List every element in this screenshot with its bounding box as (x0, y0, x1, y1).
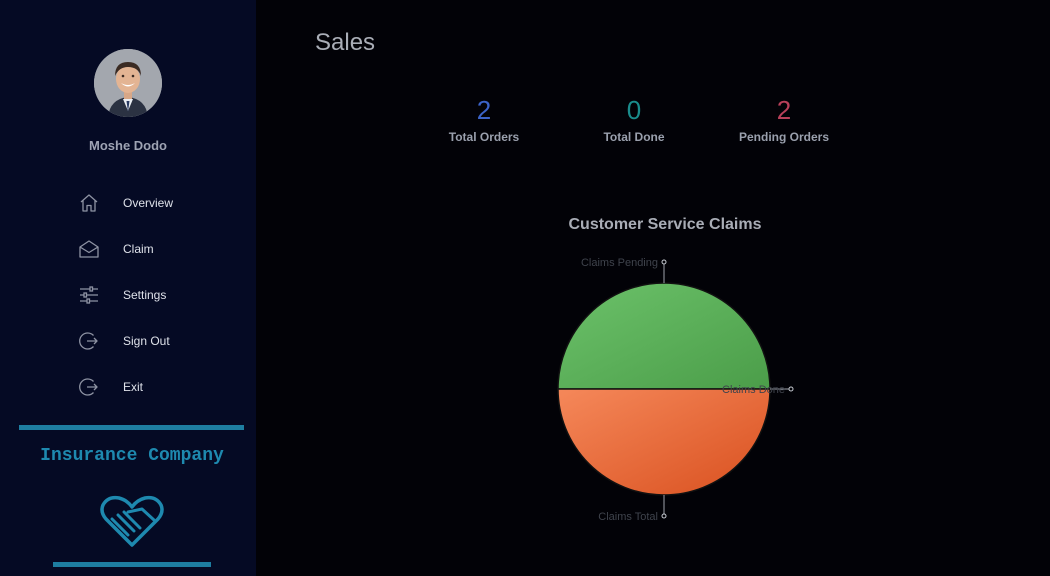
exit-icon (79, 378, 98, 396)
claims-pie-chart: Claims Pending Claims Done Claims Total (557, 257, 794, 523)
divider-bottom (53, 562, 211, 567)
home-icon (80, 194, 98, 212)
sidebar-item-overview[interactable]: Overview (76, 188, 226, 218)
stat-total-done: 0 Total Done (564, 95, 704, 144)
stat-label: Total Done (603, 130, 665, 144)
chart-title: Customer Service Claims (568, 216, 762, 233)
sidebar-item-exit[interactable]: Exit (76, 372, 226, 402)
sidebar-item-label: Sign Out (123, 334, 170, 348)
username: Moshe Dodo (89, 138, 167, 153)
company-name: Insurance Company (40, 446, 224, 466)
envelope-open-icon (79, 240, 99, 258)
sidebar-item-label: Exit (123, 380, 144, 394)
divider-top (19, 425, 244, 430)
stat-label: Pending Orders (738, 130, 830, 144)
sidebar: Moshe Dodo Overview Claim Settings Sign … (0, 0, 256, 576)
leader-dot (661, 513, 667, 519)
leader-dot (661, 259, 667, 265)
sidebar-item-claim[interactable]: Claim (76, 234, 226, 264)
pie-label-claims-total: Claims Total (598, 511, 658, 523)
sliders-icon (80, 286, 98, 304)
stat-value: 2 (476, 95, 492, 125)
sidebar-item-label: Settings (123, 288, 167, 302)
heart-handshake-icon (100, 495, 164, 547)
pie-label-claims-pending: Claims Pending (581, 257, 658, 269)
stat-label: Total Orders (448, 130, 520, 144)
pie-slice-claims-total (557, 388, 771, 496)
stat-pending-orders: 2 Pending Orders (714, 95, 854, 144)
sidebar-item-label: Claim (123, 242, 154, 256)
stat-total-orders: 2 Total Orders (414, 95, 554, 144)
avatar (94, 49, 162, 117)
stat-value: 2 (776, 95, 792, 125)
sidebar-item-label: Overview (123, 196, 174, 210)
pie-slice-claims-pending (557, 282, 771, 390)
page-title: Sales (315, 29, 376, 56)
sidebar-item-sign-out[interactable]: Sign Out (76, 326, 226, 356)
stat-value: 0 (626, 95, 642, 125)
leader-dot (788, 386, 794, 392)
sign-out-icon (79, 332, 98, 350)
sidebar-item-settings[interactable]: Settings (76, 280, 226, 310)
pie-label-claims-done: Claims Done (722, 384, 785, 396)
avatar-portrait (94, 49, 162, 117)
